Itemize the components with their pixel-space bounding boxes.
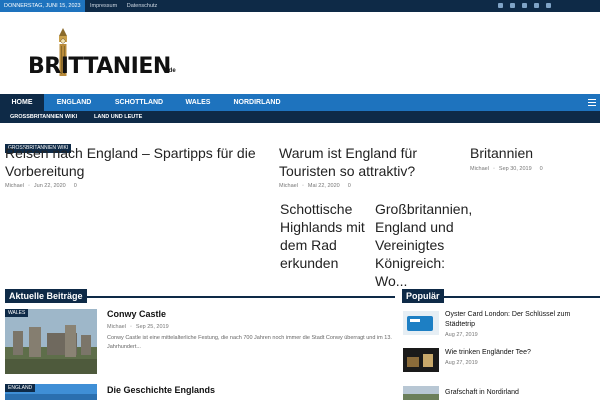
popular-heading: Populär <box>402 289 444 303</box>
date: Jun 22, 2020 <box>33 183 66 189</box>
nav-nordirland[interactable]: NORDIRLAND <box>222 94 292 111</box>
popular-thumbnail[interactable] <box>403 348 439 372</box>
author[interactable]: Michael <box>5 183 24 189</box>
logo-wordmark: BRITTANIEN <box>28 54 171 79</box>
latest-posts-heading: Aktuelle Beiträge <box>5 289 87 303</box>
author[interactable]: Michael <box>470 166 489 172</box>
landscape-image <box>403 386 439 400</box>
logo-tld: .de <box>167 68 176 74</box>
nav-wales[interactable]: WALES <box>178 94 218 111</box>
popular-thumbnail[interactable] <box>403 311 439 335</box>
date: Mai 22, 2020 <box>307 183 340 189</box>
popular-thumbnail[interactable] <box>403 386 439 400</box>
impressum-link[interactable]: Impressum <box>90 3 117 9</box>
post-meta: Michael ◦ Sep 25, 2019 <box>107 324 169 330</box>
subnav-land-und-leute[interactable]: LAND UND LEUTE <box>94 111 142 123</box>
featured-title[interactable]: Britannien <box>470 144 595 162</box>
featured-meta: Michael ◦ Mai 22, 2020 0 <box>279 183 351 189</box>
main-navigation: HOME ENGLAND SCHOTTLAND WALES NORDIRLAND <box>0 94 600 111</box>
featured-title[interactable]: Reisen nach England – Spartipps für die … <box>5 144 270 180</box>
facebook-icon[interactable] <box>498 3 503 8</box>
sub-navigation: GROSSBRITANNIEN WIKI LAND UND LEUTE <box>0 111 600 123</box>
featured-title[interactable]: Warum ist England für Touristen so attra… <box>279 144 464 180</box>
twitter-icon[interactable] <box>510 3 515 8</box>
youtube-icon[interactable] <box>534 3 539 8</box>
castle-image <box>5 309 97 374</box>
top-bar: DONNERSTAG, JUNI 15, 2023 Impressum Date… <box>0 0 600 12</box>
instagram-icon[interactable] <box>522 3 527 8</box>
current-date: DONNERSTAG, JUNI 15, 2023 <box>0 0 85 12</box>
menu-icon[interactable] <box>588 99 596 106</box>
popular-post-date: Aug 27, 2019 <box>445 360 478 366</box>
comments-count[interactable]: 0 <box>74 183 77 189</box>
tea-image <box>403 348 439 372</box>
datenschutz-link[interactable]: Datenschutz <box>127 3 158 9</box>
author[interactable]: Michael <box>107 324 126 330</box>
nav-schottland[interactable]: SCHOTTLAND <box>104 94 174 111</box>
featured-title[interactable]: Großbritannien, England und Vereinigtes … <box>375 200 471 290</box>
social-icons <box>478 0 598 12</box>
featured-meta: Michael ◦ Jun 22, 2020 0 <box>5 183 77 189</box>
featured-title[interactable]: Schottische Highlands mit dem Rad erkund… <box>280 200 375 272</box>
post-excerpt: Conwy Castle ist eine mittelalterliche F… <box>107 335 392 350</box>
comments-count[interactable]: 0 <box>348 183 351 189</box>
date: Sep 30, 2019 <box>498 166 532 172</box>
popular-post-title[interactable]: Wie trinken Engländer Tee? <box>445 348 595 358</box>
pinterest-icon[interactable] <box>546 3 551 8</box>
post-thumbnail[interactable]: ENGLAND <box>5 384 97 400</box>
post-title[interactable]: Die Geschichte Englands <box>107 385 215 395</box>
post-category[interactable]: WALES <box>5 309 29 317</box>
popular-post-date: Aug 27, 2019 <box>445 332 478 338</box>
nav-england[interactable]: ENGLAND <box>48 94 100 111</box>
featured-meta: Michael ◦ Sep 30, 2019 0 <box>470 166 543 172</box>
site-logo[interactable]: BRITTANIEN .de <box>28 28 188 78</box>
nav-home[interactable]: HOME <box>0 94 44 111</box>
top-links: Impressum Datenschutz <box>90 0 165 12</box>
oyster-card-image <box>403 311 439 335</box>
subnav-wiki[interactable]: GROSSBRITANNIEN WIKI <box>10 111 77 123</box>
post-thumbnail[interactable]: WALES <box>5 309 97 374</box>
date: Sep 25, 2019 <box>135 324 169 330</box>
popular-post-title[interactable]: Grafschaft in Nordirland <box>445 388 595 398</box>
author[interactable]: Michael <box>279 183 298 189</box>
popular-post-title[interactable]: Oyster Card London: Der Schlüssel zum St… <box>445 310 595 330</box>
comments-count[interactable]: 0 <box>540 166 543 172</box>
post-title[interactable]: Conwy Castle <box>107 309 166 319</box>
post-category[interactable]: ENGLAND <box>5 384 36 392</box>
